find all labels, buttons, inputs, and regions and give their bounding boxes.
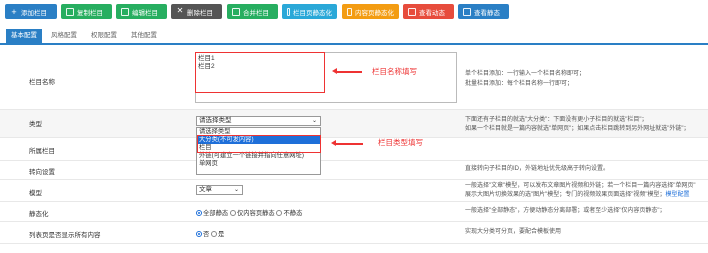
type-select[interactable]: 请选择类型 ⌄ xyxy=(196,116,321,126)
form-row-parent: 所属栏目 xyxy=(0,138,708,161)
type-help-2: 如果一个栏目就是一篇内容就选"单网页"；如果点击栏目跳转到另外网址就选"外链"； xyxy=(465,126,690,132)
merge-category-label: 合并栏目 xyxy=(243,9,269,17)
name-annotation: 栏目名称填写 xyxy=(372,67,417,76)
view-static-button[interactable]: 查看静态 xyxy=(458,4,509,19)
copy-icon xyxy=(66,7,74,16)
model-select-value: 文章 xyxy=(199,186,212,193)
edit-category-button[interactable]: 编辑栏目 xyxy=(116,4,167,19)
list-help: 实现大分类可分页，要配合模板使用 xyxy=(465,229,562,235)
delete-category-button[interactable]: ✕ 删除栏目 xyxy=(171,4,222,19)
toolbar: + 添加栏目 复制栏目 编辑栏目 ✕ 删除栏目 合并栏目 栏目页静态化 内容页静态化… xyxy=(0,0,708,24)
type-help-1: 下面还有子栏目的就选"大分类"：下面没有更小子栏目的就选"栏目"； xyxy=(465,117,648,123)
tab-basic[interactable]: 基本配置 xyxy=(6,29,42,43)
file-icon xyxy=(287,7,290,16)
model-help-2-line: 展示大图片切换效果的选"图片"模型；专门的视频效果页面选择"视频"模型；模型配置 xyxy=(465,191,690,200)
static-option-all: 全部静态 xyxy=(203,210,229,217)
tab-permission[interactable]: 权限配置 xyxy=(86,29,122,43)
model-help-1: 一般选择"文章"模型，可以发布文章图片视频和外链；若一个栏目一篇内容选择"单网页… xyxy=(465,183,696,189)
name-help-2: 批量栏目添加：每个栏目名称一行即可； xyxy=(465,81,574,87)
type-annotation-arrow xyxy=(331,140,363,146)
type-select-value: 请选择类型 xyxy=(199,117,232,124)
merge-icon xyxy=(232,7,240,16)
model-config-link[interactable]: 模型配置 xyxy=(666,192,690,198)
list-option-no: 否 xyxy=(203,231,210,238)
form-row-list: 列表页是否显示所有内容 实现大分类可分页，要配合模板使用 否 是 xyxy=(0,222,708,244)
tab-other[interactable]: 其他配置 xyxy=(126,29,162,43)
delete-category-label: 删除栏目 xyxy=(187,9,213,17)
copy-category-label: 复制栏目 xyxy=(77,9,103,17)
chevron-down-icon: ⌄ xyxy=(311,118,317,124)
type-label: 类型 xyxy=(29,121,42,128)
close-icon: ✕ xyxy=(176,5,184,15)
config-tabs: 基本配置 风格配置 权限配置 其他配置 xyxy=(0,29,708,45)
model-help-2: 展示大图片切换效果的选"图片"模型；专门的视频效果页面选择"视频"模型； xyxy=(465,192,666,198)
type-highlight-box xyxy=(197,135,321,153)
merge-category-button[interactable]: 合并栏目 xyxy=(227,4,278,19)
redirect-label: 转向设置 xyxy=(29,169,55,176)
list-label: 列表页是否显示所有内容 xyxy=(29,232,101,239)
type-annotation: 栏目类型填写 xyxy=(378,138,423,147)
static-option-none: 不静态 xyxy=(283,210,303,217)
static-label: 静态化 xyxy=(29,211,49,218)
list-radio-no[interactable] xyxy=(196,231,202,238)
type-option-single-page[interactable]: 单网页 xyxy=(197,160,320,168)
form-row-redirect: 转向设置 直接转向子栏目的ID，外链地址优先级高于转向设置。 xyxy=(0,161,708,180)
add-category-label: 添加栏目 xyxy=(21,9,47,17)
form-row-static: 静态化 一般选择"全部静态"，方便动静态分离部署；或者至少选择"仅内容页静态"；… xyxy=(0,202,708,222)
eye-icon xyxy=(463,7,471,16)
type-option-external-link[interactable]: 外链(可建立一个链接并指向任意网址) xyxy=(197,152,320,160)
view-dynamic-button[interactable]: 查看动态 xyxy=(403,4,454,19)
list-radio-yes[interactable] xyxy=(211,231,218,238)
name-help-1: 单个栏目添加：一行输入一个栏目名称即可； xyxy=(465,71,586,77)
add-category-button[interactable]: + 添加栏目 xyxy=(5,4,57,19)
parent-label: 所属栏目 xyxy=(29,148,55,155)
list-radio-group: 否 是 xyxy=(196,229,224,238)
model-label: 模型 xyxy=(29,190,42,197)
static-content-page-label: 内容页静态化 xyxy=(355,9,394,17)
file-icon xyxy=(347,7,352,16)
eye-icon xyxy=(408,7,416,16)
name-annotation-arrow xyxy=(332,68,362,74)
static-list-page-button[interactable]: 栏目页静态化 xyxy=(282,4,337,19)
static-content-page-button[interactable]: 内容页静态化 xyxy=(342,4,399,19)
model-select[interactable]: 文章 ⌄ xyxy=(196,185,243,195)
static-radio-group: 全部静态 仅内容页静态 不静态 xyxy=(196,208,302,217)
static-help: 一般选择"全部静态"，方便动静态分离部署；或者至少选择"仅内容页静态"； xyxy=(465,208,666,214)
form-row-type: 类型 下面还有子栏目的就选"大分类"：下面没有更小子栏目的就选"栏目"； 如果一… xyxy=(0,110,708,138)
list-option-yes: 是 xyxy=(218,231,225,238)
copy-category-button[interactable]: 复制栏目 xyxy=(61,4,112,19)
static-radio-none[interactable] xyxy=(276,210,283,217)
static-option-content: 仅内容页静态 xyxy=(236,210,275,217)
static-radio-content[interactable] xyxy=(229,210,236,217)
view-static-label: 查看静态 xyxy=(474,9,500,17)
plus-icon: + xyxy=(11,6,17,17)
redirect-help: 直接转向子栏目的ID，外链地址优先级高于转向设置。 xyxy=(465,166,610,172)
view-dynamic-label: 查看动态 xyxy=(419,9,445,17)
static-list-page-label: 栏目页静态化 xyxy=(293,9,332,17)
chevron-down-icon: ⌄ xyxy=(233,187,239,193)
name-label: 栏目名称 xyxy=(29,79,55,86)
edit-icon xyxy=(121,7,129,16)
form-row-model: 模型 一般选择"文章"模型，可以发布文章图片视频和外链；若一个栏目一篇内容选择"… xyxy=(0,180,708,202)
tab-style[interactable]: 风格配置 xyxy=(46,29,82,43)
static-radio-all[interactable] xyxy=(196,210,202,217)
name-highlight-box xyxy=(195,52,325,93)
edit-category-label: 编辑栏目 xyxy=(132,9,158,17)
